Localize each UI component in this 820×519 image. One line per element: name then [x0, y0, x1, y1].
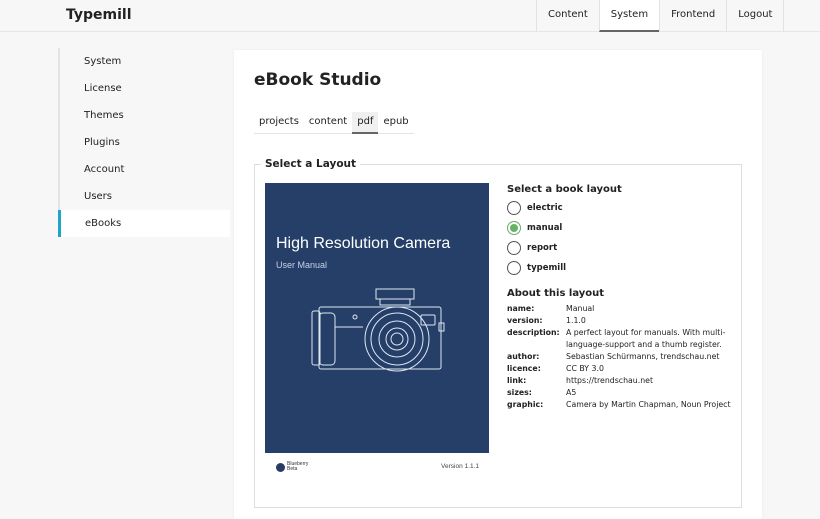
top-navigation: Content System Frontend Logout [536, 0, 785, 32]
meta-value: A perfect layout for manuals. With multi… [566, 328, 726, 349]
top-header: Typemill Content System Frontend Logout [0, 0, 820, 32]
meta-key: description: [507, 328, 560, 337]
meta-value: CC BY 3.0 [566, 364, 604, 373]
about-title: About this layout [507, 288, 605, 299]
sidebar-item-account[interactable]: Account [58, 156, 230, 183]
cover-brand-line2: Beta [287, 466, 298, 472]
layout-option-electric[interactable]: electric [507, 198, 747, 218]
tab-pdf[interactable]: pdf [352, 112, 379, 134]
layout-about: About this layout name: Manual version: … [507, 288, 747, 411]
cover-version: Version 1.1.1 [441, 463, 479, 470]
nav-content[interactable]: Content [536, 0, 599, 32]
ebook-tabs: projects content pdf epub [254, 112, 414, 134]
meta-value: Manual [566, 304, 595, 313]
meta-key: link: [507, 376, 527, 385]
meta-value: Camera by Martin Chapman, Noun Project [566, 400, 731, 409]
meta-row-licence: licence: CC BY 3.0 [507, 363, 747, 375]
radio-manual[interactable] [507, 221, 521, 235]
meta-row-graphic: graphic: Camera by Martin Chapman, Noun … [507, 399, 747, 411]
radio-electric[interactable] [507, 201, 521, 215]
meta-row-author: author: Sebastian Schürmanns, trendschau… [507, 351, 747, 363]
layout-chooser: Select a book layout electric manual rep… [507, 184, 747, 278]
sidebar-item-system[interactable]: System [58, 48, 230, 75]
tab-content[interactable]: content [304, 112, 352, 133]
page-title: eBook Studio [254, 70, 382, 90]
layout-section-title: Select a Layout [265, 158, 357, 170]
nav-system[interactable]: System [598, 0, 660, 32]
choose-title: Select a book layout [507, 184, 622, 195]
meta-value: A5 [566, 388, 577, 397]
layout-option-report[interactable]: report [507, 238, 747, 258]
settings-sidebar: System License Themes Plugins Account Us… [58, 48, 230, 237]
blueberry-icon [276, 462, 285, 472]
layout-option-manual[interactable]: manual [507, 218, 747, 238]
app-logo[interactable]: Typemill [66, 7, 132, 23]
sidebar-item-ebooks[interactable]: eBooks [58, 210, 230, 237]
meta-key: graphic: [507, 400, 544, 409]
main-panel: eBook Studio projects content pdf epub S… [234, 50, 762, 519]
meta-row-version: version: 1.1.0 [507, 315, 747, 327]
meta-value-link[interactable]: https://trendschau.net [566, 375, 747, 387]
sidebar-item-plugins[interactable]: Plugins [58, 129, 230, 156]
camera-illustration [311, 288, 445, 372]
radio-report[interactable] [507, 241, 521, 255]
meta-value: Sebastian Schürmanns, trendschau.net [566, 352, 720, 361]
cover-title: High Resolution Camera [276, 235, 451, 252]
sidebar-item-themes[interactable]: Themes [58, 102, 230, 129]
sidebar-item-users[interactable]: Users [58, 183, 230, 210]
layout-option-typemill[interactable]: typemill [507, 258, 747, 278]
radio-typemill[interactable] [507, 261, 521, 275]
cover-brand-logo: Blueberry Beta [276, 462, 308, 472]
meta-key: name: [507, 304, 535, 313]
meta-row-sizes: sizes: A5 [507, 387, 747, 399]
tab-projects[interactable]: projects [254, 112, 304, 133]
nav-frontend[interactable]: Frontend [659, 0, 726, 32]
meta-value: 1.1.0 [566, 316, 586, 325]
meta-key: sizes: [507, 388, 532, 397]
meta-key: licence: [507, 364, 541, 373]
meta-key: version: [507, 316, 543, 325]
meta-row-name: name: Manual [507, 303, 747, 315]
cover-subtitle: User Manual [276, 260, 328, 270]
nav-logout[interactable]: Logout [726, 0, 785, 32]
layout-option-label: manual [527, 223, 563, 233]
meta-key: author: [507, 352, 540, 361]
layout-option-label: electric [527, 203, 563, 213]
layout-option-label: report [527, 243, 558, 253]
layout-cover-preview: High Resolution Camera User Manual Blueb… [265, 183, 489, 498]
meta-row-link: link: https://trendschau.net [507, 375, 747, 387]
layout-option-label: typemill [527, 263, 567, 273]
tab-epub[interactable]: epub [378, 112, 413, 133]
cover-background: High Resolution Camera User Manual [265, 183, 489, 453]
sidebar-item-license[interactable]: License [58, 75, 230, 102]
meta-row-description: description: A perfect layout for manual… [507, 327, 747, 351]
cover-brand-text: Blueberry Beta [287, 462, 308, 472]
